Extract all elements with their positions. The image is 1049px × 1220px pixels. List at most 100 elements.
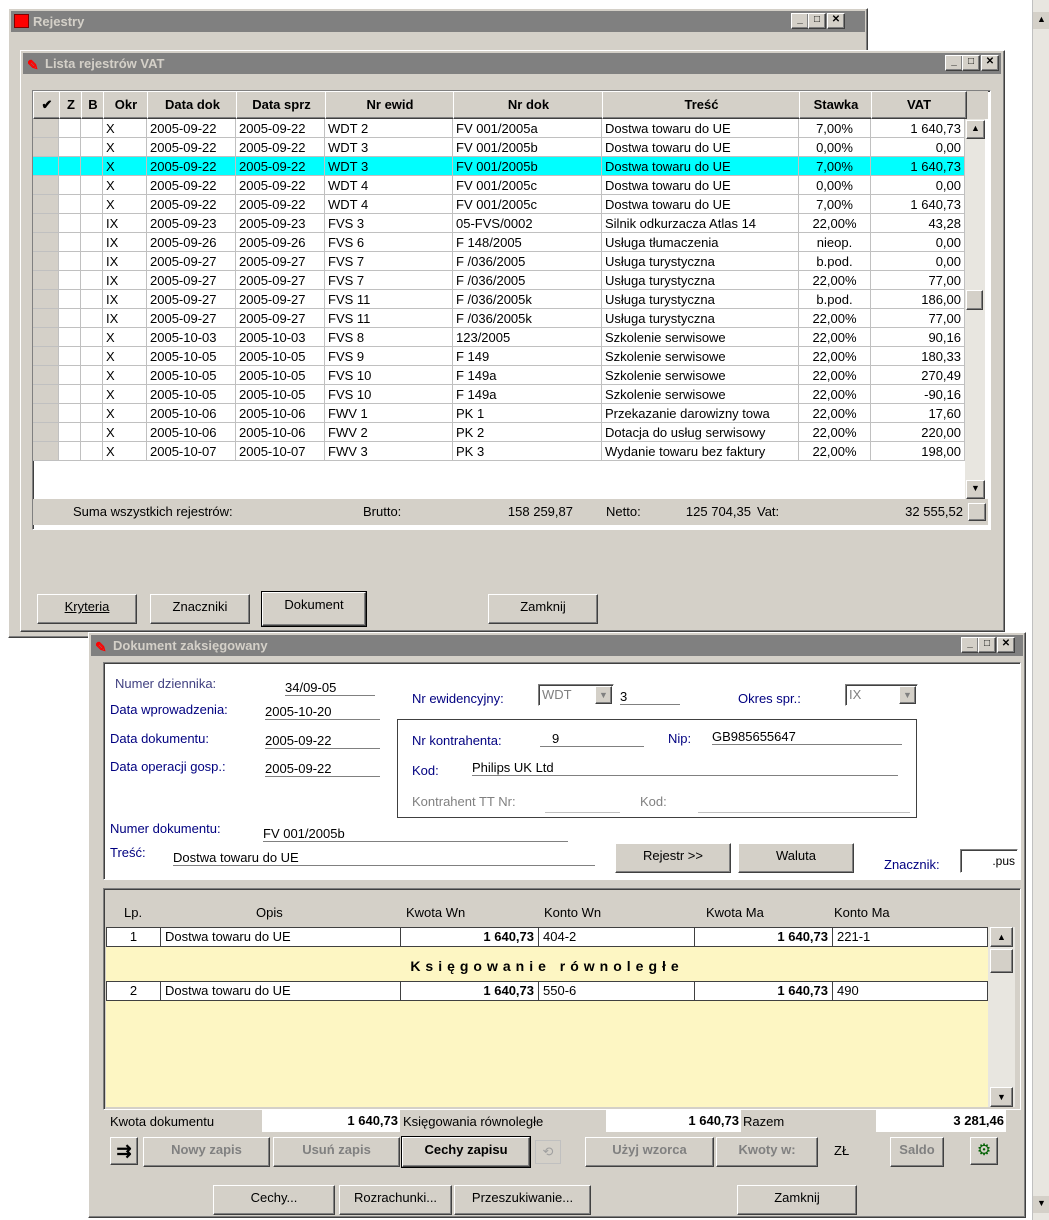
vat-register-table[interactable]: ✔ Z B Okr Data dok Data sprz Nr ewid Nr dok Treś… xyxy=(32,90,991,530)
close-icon[interactable]: ✕ xyxy=(827,13,845,29)
recycle-icon[interactable]: ⟲ xyxy=(535,1140,561,1164)
column-header[interactable]: ✔ xyxy=(33,91,61,119)
table-row[interactable]: IX 2005-09-27 2005-09-27 FVS 7F /036/2005 Us… xyxy=(33,271,965,290)
scroll-up-icon[interactable]: ▲ xyxy=(1033,12,1049,29)
table-row[interactable]: X 2005-10-03 2005-10-03 FVS 8 123/2005 Szkole… xyxy=(33,328,965,347)
table-row[interactable]: IX 2005-09-27 2005-09-27 FVS 11 F /036/2005k… xyxy=(33,290,965,309)
table-row[interactable]: IX 2005-09-27 2005-09-27 FVS 11 F /036/2005k… xyxy=(33,309,965,328)
scroll-down-icon[interactable]: ▼ xyxy=(966,480,985,499)
maximize-icon[interactable]: □ xyxy=(808,13,826,29)
totals-label: Suma wszystkich rejestrów: xyxy=(73,504,233,519)
close-icon[interactable]: ✕ xyxy=(981,55,999,71)
entries-scrollbar[interactable]: ▲ ▼ xyxy=(988,927,1015,1107)
ksieg-rown-value: 1 640,73 xyxy=(606,1110,741,1132)
nr-ewid-select[interactable]: WDT ▼ xyxy=(538,684,614,706)
kod2-field[interactable] xyxy=(698,796,910,813)
column-header[interactable]: Stawka xyxy=(799,91,873,119)
dokument-button[interactable]: Dokument xyxy=(261,591,367,627)
przeszukiwanie-button[interactable]: Przeszukiwanie... xyxy=(454,1185,591,1215)
maximize-icon[interactable]: □ xyxy=(962,55,980,71)
column-header[interactable]: Nr ewid xyxy=(325,91,455,119)
minimize-icon[interactable]: _ xyxy=(791,13,809,29)
data-operacji-field[interactable]: 2005-09-22 xyxy=(265,761,380,777)
column-header[interactable]: B xyxy=(81,91,105,119)
waluta-button[interactable]: Waluta xyxy=(738,843,854,873)
column-header[interactable]: Data dok xyxy=(147,91,238,119)
column-header[interactable]: VAT xyxy=(871,91,967,119)
tresc-field[interactable]: Dostwa towaru do UE xyxy=(173,850,595,866)
chevron-down-icon[interactable]: ▼ xyxy=(595,686,612,704)
entry-row[interactable]: 1 Dostwa towaru do UE 1 640,73 404-2 1 640,7… xyxy=(106,927,989,947)
table-cell xyxy=(81,290,103,309)
table-row[interactable]: X 2005-10-06 2005-10-06 FWV 1 PK 1 Przekazani… xyxy=(33,404,965,423)
table-cell: FWV 2 xyxy=(325,423,453,442)
table-cell: Usługa turystyczna xyxy=(602,290,799,309)
maximize-icon[interactable]: □ xyxy=(978,637,996,653)
brutto-label: Brutto: xyxy=(363,504,402,519)
scroll-down-icon[interactable]: ▼ xyxy=(990,1087,1013,1107)
chevron-down-icon[interactable]: ▼ xyxy=(899,686,916,704)
column-header[interactable]: Z xyxy=(59,91,83,119)
usun-zapis-button[interactable]: Usuń zapis xyxy=(273,1137,400,1167)
saldo-button[interactable]: Saldo xyxy=(890,1137,944,1167)
kryteria-button[interactable]: Kryteria xyxy=(37,594,137,624)
table-row[interactable]: X 2005-09-22 2005-09-22 WDT 4 FV 001/2005c Do… xyxy=(33,176,965,195)
close-icon[interactable]: ✕ xyxy=(997,637,1015,653)
okres-select[interactable]: IX ▼ xyxy=(845,684,918,706)
table-cell: 0,00 xyxy=(871,252,965,271)
column-header[interactable]: Treść xyxy=(602,91,801,119)
table-cell: WDT 4 xyxy=(325,176,453,195)
cechy-button[interactable]: Cechy... xyxy=(213,1185,335,1215)
minimize-icon[interactable]: _ xyxy=(961,637,979,653)
switch-icon[interactable]: ⇉ xyxy=(110,1137,138,1165)
table-cell: 22,00% xyxy=(799,442,871,461)
rozrachunki-button[interactable]: Rozrachunki... xyxy=(339,1185,452,1215)
uzyj-wzorca-button[interactable]: Użyj wzorca xyxy=(585,1137,714,1167)
cechy-zapisu-button[interactable]: Cechy zapisu xyxy=(401,1136,531,1168)
table-cell: 7,00% xyxy=(799,157,871,176)
scroll-up-icon[interactable]: ▲ xyxy=(966,120,985,139)
table-row[interactable]: IX 2005-09-27 2005-09-27 FVS 7F /036/2005 Us… xyxy=(33,252,965,271)
table-row[interactable]: IX 2005-09-26 2005-09-26 FVS 6F 148/2005 Usł… xyxy=(33,233,965,252)
table-cell: 2005-09-26 xyxy=(236,233,325,252)
table-row[interactable]: X 2005-10-05 2005-10-05 FVS 10 F 149a Szkolen… xyxy=(33,366,965,385)
scroll-thumb[interactable] xyxy=(966,290,983,310)
table-row[interactable]: X 2005-10-06 2005-10-06 FWV 2 PK 2 Dotacja do… xyxy=(33,423,965,442)
column-header[interactable]: Data sprz xyxy=(236,91,327,119)
table-scrollbar[interactable]: ▲ ▼ xyxy=(965,119,985,499)
nr-kontrahenta-field[interactable]: 9 xyxy=(540,731,644,747)
rejestr-button[interactable]: Rejestr >> xyxy=(615,843,731,873)
kontrahent-tt-field[interactable] xyxy=(545,796,620,813)
nr-ewid-number[interactable]: 3 xyxy=(620,689,680,705)
column-header[interactable]: Okr xyxy=(103,91,149,119)
zamknij-list-button[interactable]: Zamknij xyxy=(488,594,598,624)
minimize-icon[interactable]: _ xyxy=(945,55,963,71)
table-cell: 22,00% xyxy=(799,347,871,366)
table-row[interactable]: X 2005-09-22 2005-09-22 WDT 2 FV 001/2005a Do… xyxy=(33,119,965,138)
entry-row[interactable]: 2 Dostwa towaru do UE 1 640,73 550-6 1 640,7… xyxy=(106,981,989,1001)
column-header[interactable]: Nr dok xyxy=(453,91,604,119)
table-cell xyxy=(33,290,59,309)
scroll-down-icon[interactable]: ▼ xyxy=(1033,1196,1049,1213)
scroll-thumb[interactable] xyxy=(990,949,1013,973)
numer-dokumentu-field[interactable]: FV 001/2005b xyxy=(263,826,568,842)
table-cell xyxy=(81,385,103,404)
table-cell: X xyxy=(103,347,147,366)
znacznik-field[interactable]: .pus xyxy=(960,849,1018,873)
table-row[interactable]: X 2005-10-05 2005-10-05 FVS 9F 149 Szkolenie… xyxy=(33,347,965,366)
zamknij-doc-button[interactable]: Zamknij xyxy=(737,1185,857,1215)
table-row[interactable]: X 2005-10-05 2005-10-05 FVS 10 F 149a Szkolen… xyxy=(33,385,965,404)
scroll-up-icon[interactable]: ▲ xyxy=(990,927,1013,947)
kwoty-w-button[interactable]: Kwoty w: xyxy=(716,1137,818,1167)
nowy-zapis-button[interactable]: Nowy zapis xyxy=(143,1137,270,1167)
page-scrollbar[interactable]: ▲ ▼ xyxy=(1032,0,1049,1220)
calculator-icon[interactable]: ⚙ xyxy=(970,1137,998,1165)
data-dokumentu-field[interactable]: 2005-09-22 xyxy=(265,733,380,749)
table-row[interactable]: X 2005-09-22 2005-09-22 WDT 3 FV 001/2005b Do… xyxy=(33,157,965,176)
table-row[interactable]: X 2005-10-07 2005-10-07 FWV 3 PK 3 Wydanie to… xyxy=(33,442,965,461)
table-row[interactable]: IX 2005-09-23 2005-09-23 FVS 3 05-FVS/0002 Si… xyxy=(33,214,965,233)
table-row[interactable]: X 2005-09-22 2005-09-22 WDT 4 FV 001/2005c Do… xyxy=(33,195,965,214)
table-cell: FV 001/2005c xyxy=(453,176,602,195)
table-row[interactable]: X 2005-09-22 2005-09-22 WDT 3 FV 001/2005b Do… xyxy=(33,138,965,157)
znaczniki-button[interactable]: Znaczniki xyxy=(150,594,250,624)
